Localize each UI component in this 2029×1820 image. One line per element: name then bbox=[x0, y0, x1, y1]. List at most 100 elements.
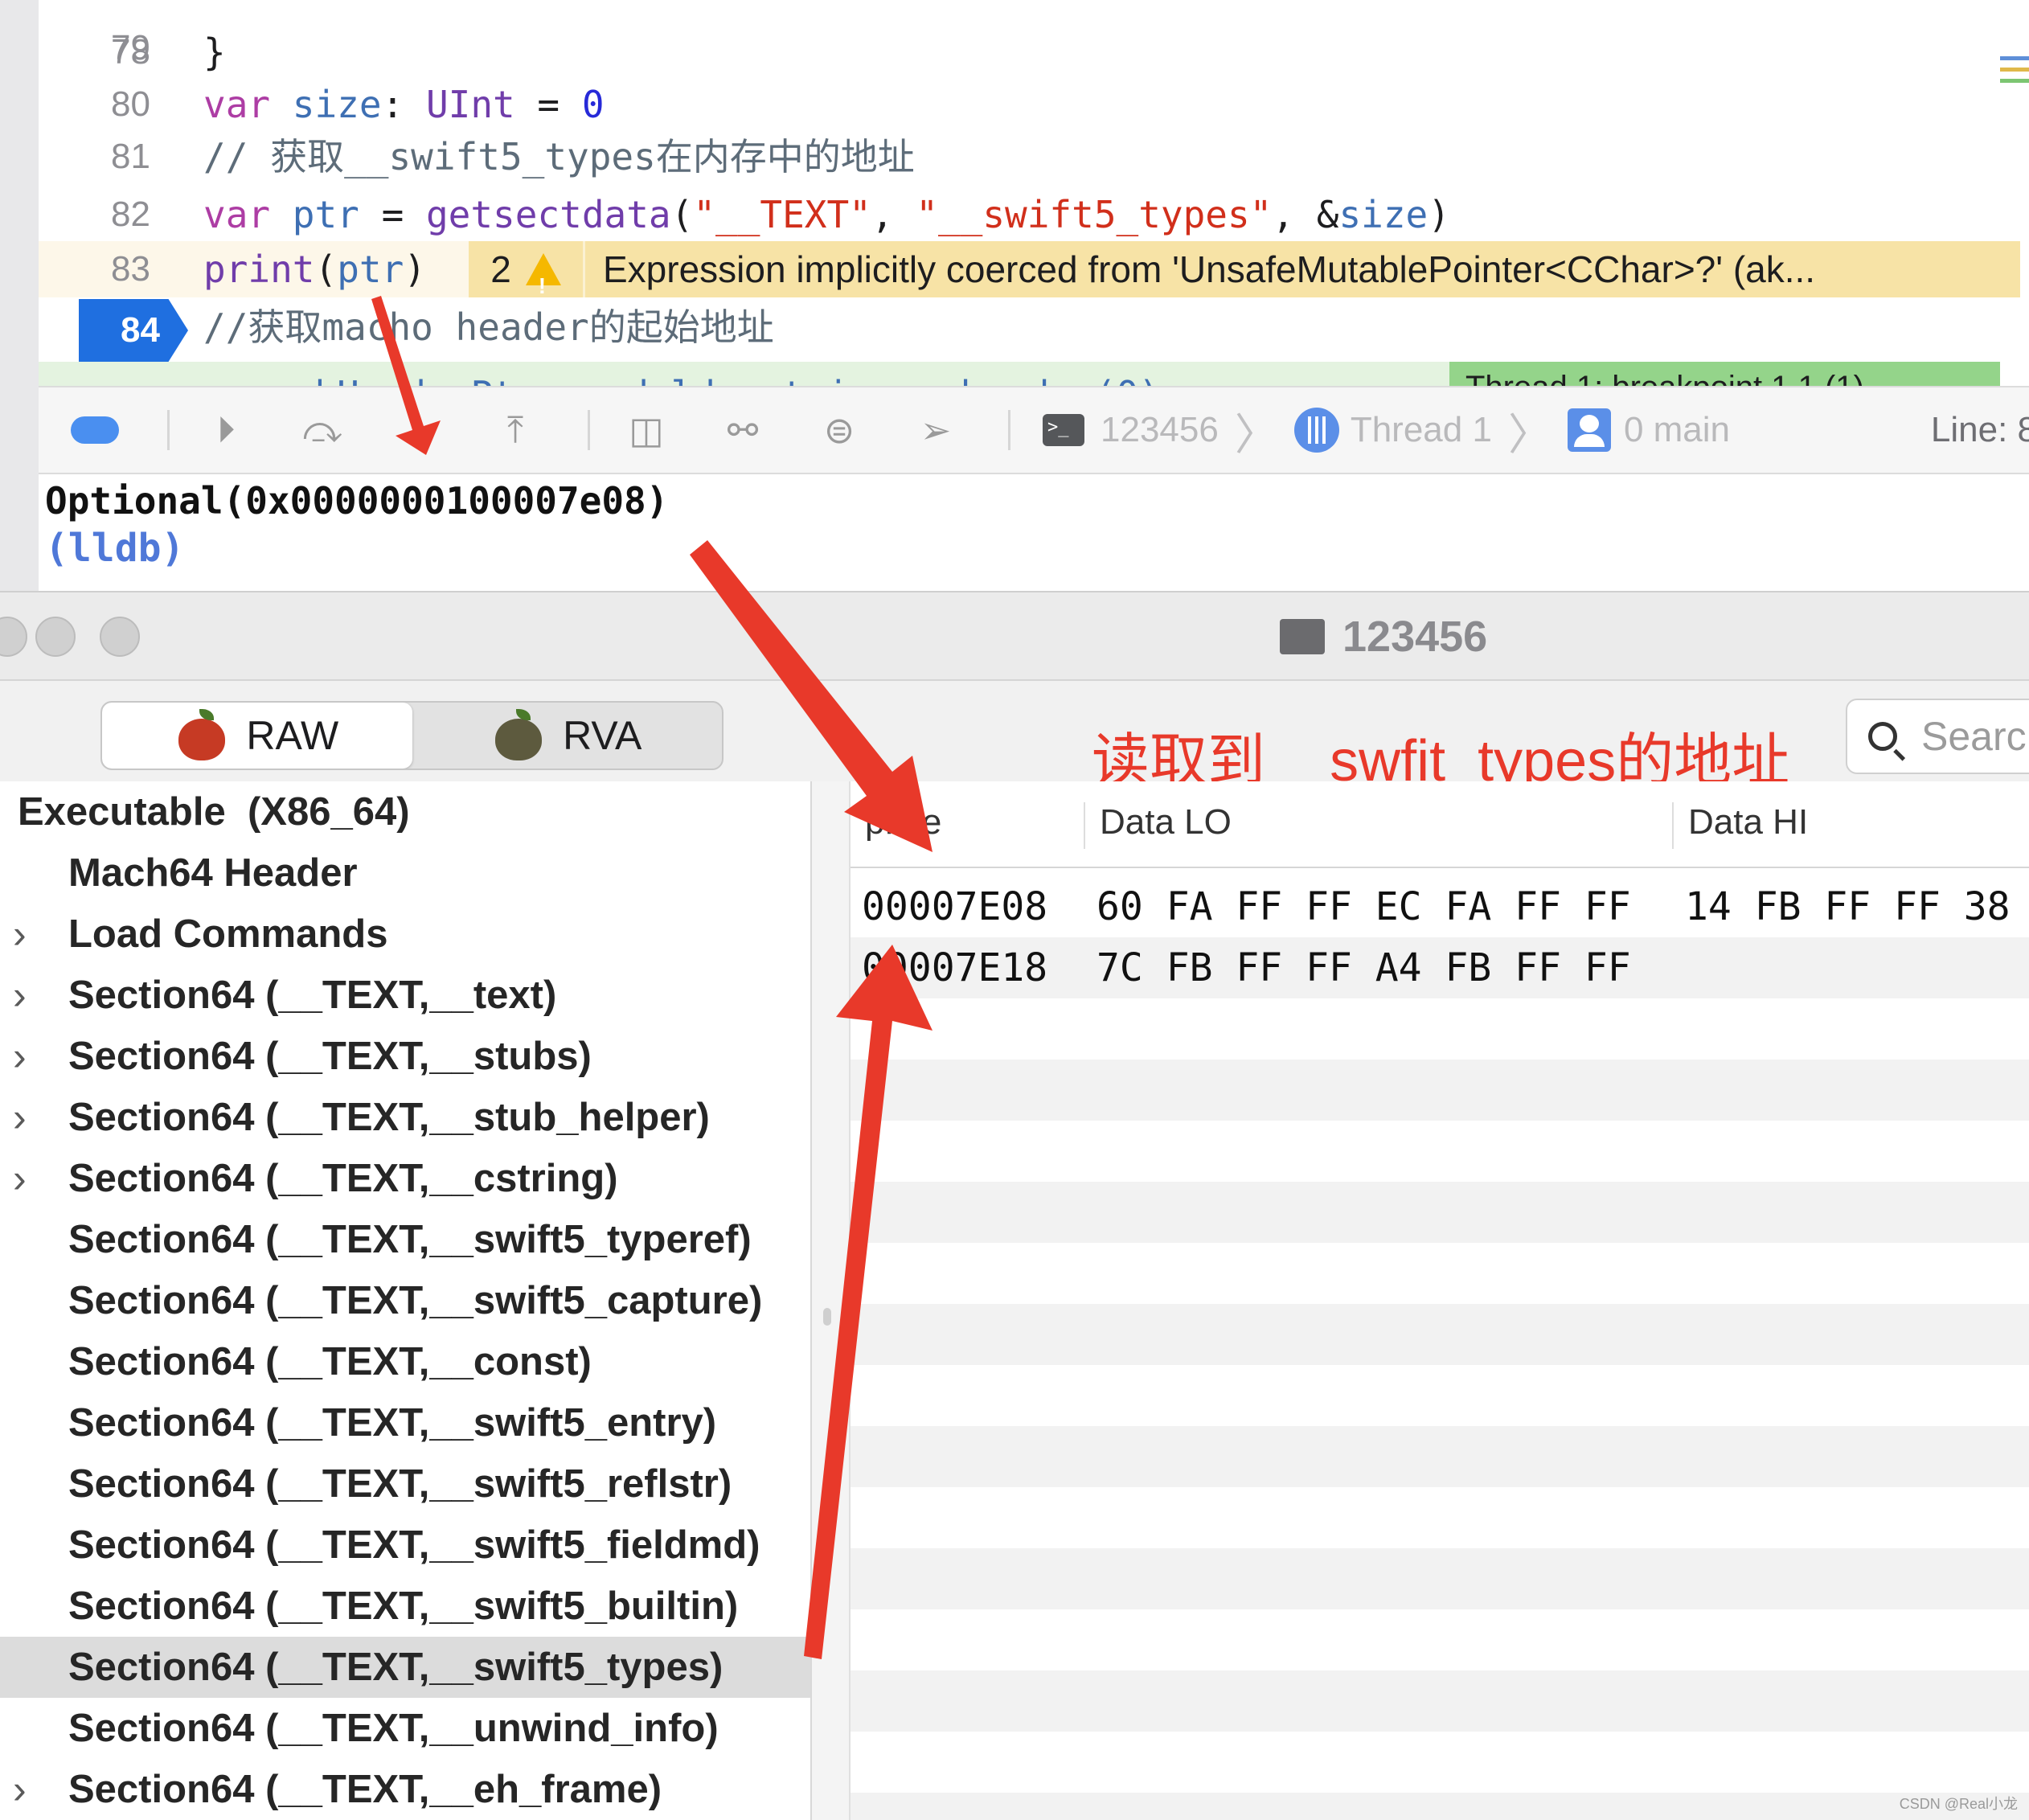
code-line[interactable]: 83 print(ptr) 2 Expression implicitly coerc… bbox=[39, 241, 2020, 314]
code-line[interactable]: 79 bbox=[39, 20, 2000, 76]
column-header-data-hi[interactable]: Data HI bbox=[1688, 802, 1808, 842]
tree-item[interactable]: Section64 (__TEXT,__swift5_typeref) bbox=[0, 1209, 810, 1270]
tree-item[interactable]: Section64 (__TEXT,__swift5_builtin) bbox=[0, 1576, 810, 1637]
tree-item[interactable]: › Section64 (__TEXT,__stub_helper) bbox=[0, 1087, 810, 1148]
thread-breakpoint-tag[interactable]: Thread 1: breakpoint 1.1 (1) bbox=[1449, 362, 2000, 386]
tree-item[interactable]: › Section64 (__TEXT,__text) bbox=[0, 965, 810, 1026]
chevron-right-icon: 〉 bbox=[1234, 410, 1278, 459]
tree-item[interactable]: Section64 (__TEXT,__unwind_info) bbox=[0, 1698, 810, 1759]
watermark: CSDN @Real小龙 bbox=[1899, 1796, 2018, 1812]
warning-message: Expression implicitly coerced from 'Unsa… bbox=[603, 248, 1816, 290]
tree-item-label: Section64 (__TEXT,__swift5_builtin) bbox=[68, 1584, 739, 1628]
tree-item[interactable]: Executable (X86_64) bbox=[0, 781, 810, 842]
chevron-right-icon[interactable]: › bbox=[13, 1026, 27, 1087]
code-token: ( bbox=[314, 248, 338, 291]
code-line[interactable]: 84//获取macho header的起始地址 bbox=[39, 299, 2000, 355]
table-row-empty bbox=[851, 1304, 2029, 1365]
cell-pfile: 00007E18 bbox=[862, 945, 1048, 990]
tree-item[interactable]: › Section64 (__TEXT,__stubs) bbox=[0, 1026, 810, 1087]
table-row[interactable]: 00007E18 7C FB FF FF A4 FB FF FF bbox=[851, 937, 2029, 998]
step-over-icon[interactable]: ⤼ bbox=[298, 406, 346, 454]
table-header: pFile Data LO Data HI bbox=[851, 781, 2029, 868]
search-field[interactable]: Searc bbox=[1846, 699, 2029, 774]
chevron-right-icon[interactable]: › bbox=[13, 1759, 27, 1820]
frame-name: 0 main bbox=[1623, 410, 1731, 449]
tree-item[interactable]: Section64 (__TEXT,__const) bbox=[0, 1331, 810, 1392]
tree-item[interactable]: › Load Commands bbox=[0, 904, 810, 965]
code-token: ptr bbox=[292, 193, 359, 236]
code-token: var bbox=[203, 83, 293, 126]
machoview-window: 123456 RAW RVA Searc 读取到__swfit_types的地址… bbox=[0, 591, 2029, 1820]
column-header-data-lo[interactable]: Data LO bbox=[1100, 802, 1232, 842]
tree-item[interactable]: Section64 (__TEXT,__swift5_fieldmd) bbox=[0, 1515, 810, 1576]
zoom-window-button[interactable] bbox=[100, 617, 140, 657]
breakpoint-marker[interactable]: 84 bbox=[79, 299, 188, 362]
editor-gutter-strip bbox=[0, 0, 39, 591]
tree-item-label: Section64 (__TEXT,__swift5_capture) bbox=[68, 1279, 763, 1322]
tree-item-label: Section64 (__TEXT,__swift5_reflstr) bbox=[68, 1462, 732, 1506]
thread-crumb[interactable]: Thread 1 bbox=[1293, 408, 1492, 453]
code-line[interactable]: 80 var size: UInt = 0 bbox=[39, 76, 2000, 133]
code-token: "__swift5_types" bbox=[916, 193, 1273, 236]
code-text: // 获取__swift5_types在内存中的地址 bbox=[203, 129, 915, 185]
xcode-editor-window: 78} 79 80 var size: UInt = 0 81// 获取__swift… bbox=[0, 0, 2029, 591]
code-token: size bbox=[292, 83, 382, 126]
column-header-pfile[interactable]: pFile bbox=[865, 802, 941, 842]
close-window-button[interactable] bbox=[0, 617, 27, 657]
code-line[interactable]: 81 // 获取__swift5_types在内存中的地址 bbox=[39, 129, 2000, 185]
environment-overrides-icon[interactable]: ⊜ bbox=[815, 406, 863, 454]
chevron-right-icon[interactable]: › bbox=[13, 1087, 27, 1148]
table-row-empty bbox=[851, 1121, 2029, 1182]
code-text: var ptr = getsectdata("__TEXT", "__swift… bbox=[203, 187, 1450, 243]
code-token: = bbox=[359, 193, 426, 236]
code-line[interactable]: 82 var ptr = getsectdata("__TEXT", "__swi… bbox=[39, 187, 2000, 243]
chevron-right-icon[interactable]: › bbox=[13, 1148, 27, 1209]
tree-item[interactable]: Section64 (__TEXT,__swift5_reflstr) bbox=[0, 1453, 810, 1515]
tree-item[interactable]: Section64 (__TEXT,__swift5_entry) bbox=[0, 1392, 810, 1453]
code-token: UInt bbox=[425, 83, 515, 126]
step-out-icon[interactable]: ⤒ bbox=[491, 406, 539, 454]
breakpoints-toggle-icon[interactable] bbox=[71, 406, 119, 454]
line-indicator: Line: 8 bbox=[1930, 410, 2029, 449]
line-number: 82 bbox=[111, 195, 150, 234]
rva-apple-icon bbox=[492, 709, 545, 762]
code-token: ( bbox=[670, 193, 694, 236]
tree-item[interactable]: › Section64 (__TEXT,__cstring) bbox=[0, 1148, 810, 1209]
memory-graph-icon[interactable]: ⚯ bbox=[719, 406, 767, 454]
view-hierarchy-icon[interactable]: ◫ bbox=[622, 406, 670, 454]
tree-item-label: Executable (X86_64) bbox=[18, 790, 410, 834]
frame-crumb[interactable]: 0 main bbox=[1567, 408, 1731, 452]
window-titlebar: 123456 bbox=[0, 592, 2029, 681]
code-token: ptr bbox=[337, 248, 404, 291]
simulate-location-icon[interactable]: ➢ bbox=[912, 406, 960, 454]
warning-annotation[interactable]: 2 Expression implicitly coerced from 'Uns… bbox=[469, 241, 2020, 314]
tree-item-label: Section64 (__TEXT,__swift5_entry) bbox=[68, 1401, 717, 1445]
step-into-icon[interactable]: ⤓ bbox=[395, 406, 443, 454]
tree-item-label: Section64 (__TEXT,__swift5_types) bbox=[68, 1646, 723, 1689]
chevron-right-icon[interactable]: › bbox=[13, 965, 27, 1026]
warning-icon bbox=[525, 253, 561, 314]
table-row[interactable]: 00007E08 60 FA FF FF EC FA FF FF 14 FB FF … bbox=[851, 876, 2029, 937]
tree-item-label: Section64 (__TEXT,__swift5_typeref) bbox=[68, 1218, 752, 1261]
minimize-window-button[interactable] bbox=[35, 617, 76, 657]
tree-item[interactable]: Section64 (__TEXT,__swift5_capture) bbox=[0, 1270, 810, 1331]
continue-icon[interactable]: ⏵ bbox=[202, 406, 250, 454]
tree-item[interactable]: Mach64 Header bbox=[0, 842, 810, 904]
tree-item-label: Section64 (__TEXT,__stub_helper) bbox=[68, 1096, 710, 1139]
table-row-empty bbox=[851, 1426, 2029, 1487]
code-token: ) bbox=[1428, 193, 1450, 236]
tree-item-label: Section64 (__TEXT,__swift5_fieldmd) bbox=[68, 1523, 760, 1567]
process-crumb[interactable]: >_ 123456 bbox=[1043, 410, 1219, 450]
chevron-right-icon[interactable]: › bbox=[13, 904, 27, 965]
tree-item[interactable]: Section64 (__TEXT,__swift5_types) bbox=[0, 1637, 810, 1698]
split-view-divider[interactable] bbox=[812, 781, 851, 1820]
console-prompt: (lldb) bbox=[45, 526, 185, 571]
raw-mode-button[interactable]: RAW bbox=[102, 703, 412, 769]
tree-item-label: Section64 (__TEXT,__cstring) bbox=[68, 1157, 618, 1200]
process-name: 123456 bbox=[1101, 410, 1219, 449]
rva-mode-button[interactable]: RVA bbox=[412, 703, 723, 769]
code-token: = bbox=[514, 83, 582, 126]
tree-item[interactable]: › Section64 (__TEXT,__eh_frame) bbox=[0, 1759, 810, 1820]
lldb-console[interactable]: Optional(0x0000000100007e08) (lldb) bbox=[39, 474, 2029, 591]
code-line-partial-85: var mhHeaderPtr = _dyld_get_image_header… bbox=[39, 362, 2000, 386]
